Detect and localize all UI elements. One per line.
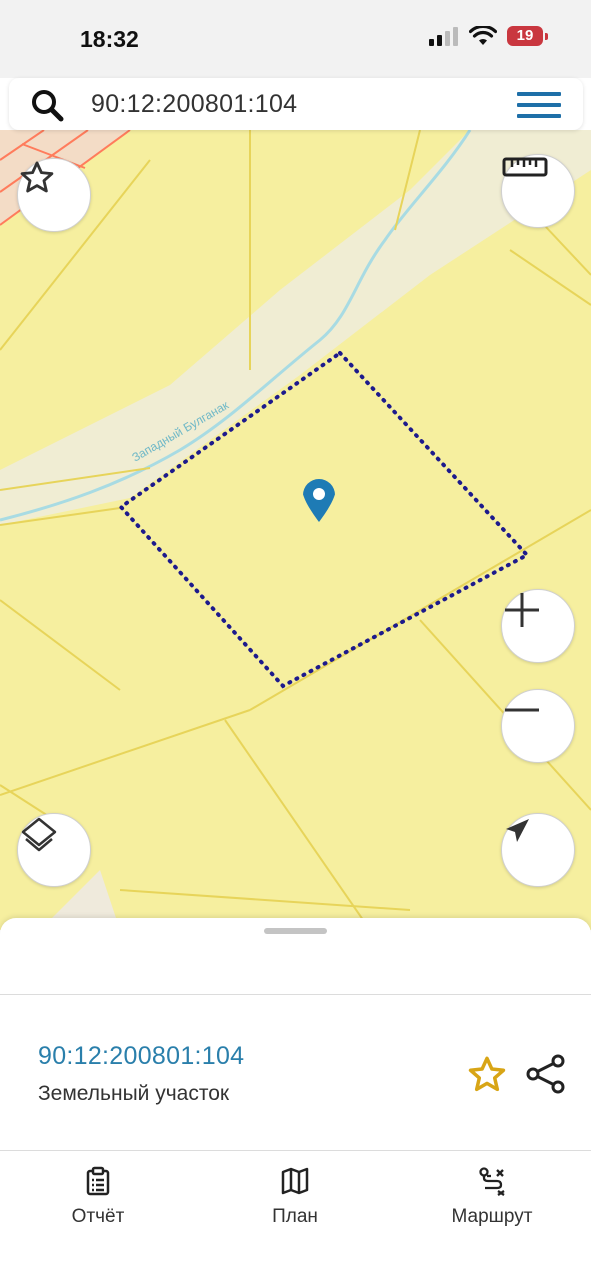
tab-plan-label: План xyxy=(272,1206,318,1227)
status-bar: 18:32 19 xyxy=(0,0,591,78)
divider xyxy=(0,1150,591,1151)
sheet-drag-handle[interactable] xyxy=(264,928,327,934)
tab-report-label: Отчёт xyxy=(71,1206,125,1227)
star-icon[interactable] xyxy=(466,1054,508,1096)
plus-icon xyxy=(505,593,539,627)
parcel-type-label: Земельный участок xyxy=(38,1082,230,1105)
minus-icon xyxy=(505,708,539,712)
tab-route[interactable]: Маршрут xyxy=(432,1166,552,1228)
bottom-tabs: Отчёт План Маршрут xyxy=(0,1152,591,1252)
ruler-icon xyxy=(502,157,548,177)
map-icon xyxy=(281,1167,309,1195)
hamburger-menu-icon[interactable] xyxy=(517,90,561,120)
star-outline-icon xyxy=(20,161,54,193)
location-pin-icon[interactable] xyxy=(303,479,335,522)
map-canvas[interactable]: Западный Булганак xyxy=(0,130,591,930)
search-bar[interactable]: 90:12:200801:104 xyxy=(9,78,583,130)
search-icon[interactable] xyxy=(29,87,65,123)
route-icon xyxy=(479,1167,505,1196)
status-icons: 19 xyxy=(429,26,548,46)
tab-report[interactable]: Отчёт xyxy=(48,1166,148,1228)
tab-plan[interactable]: План xyxy=(245,1166,345,1228)
ruler-button[interactable] xyxy=(501,154,575,228)
layers-icon xyxy=(21,817,57,852)
favorite-map-button[interactable] xyxy=(17,158,91,232)
wifi-icon xyxy=(469,26,497,45)
parcel-bottom-sheet[interactable]: 90:12:200801:104 Земельный участок Отчёт xyxy=(0,918,591,1280)
my-location-button[interactable] xyxy=(501,813,575,887)
layers-button[interactable] xyxy=(17,813,91,887)
map-view[interactable]: Западный Булганак xyxy=(0,130,591,930)
parcel-cadastral-number[interactable]: 90:12:200801:104 xyxy=(38,1042,244,1071)
divider xyxy=(0,994,591,995)
zoom-out-button[interactable] xyxy=(501,689,575,763)
status-time: 18:32 xyxy=(80,26,139,52)
zoom-in-button[interactable] xyxy=(501,589,575,663)
tab-route-label: Маршрут xyxy=(451,1206,533,1227)
battery-icon: 19 xyxy=(507,26,548,46)
share-icon[interactable] xyxy=(524,1052,568,1096)
report-icon xyxy=(86,1166,110,1196)
navigation-arrow-icon xyxy=(506,819,529,842)
signal-icon xyxy=(429,27,458,46)
search-input[interactable]: 90:12:200801:104 xyxy=(91,90,297,119)
